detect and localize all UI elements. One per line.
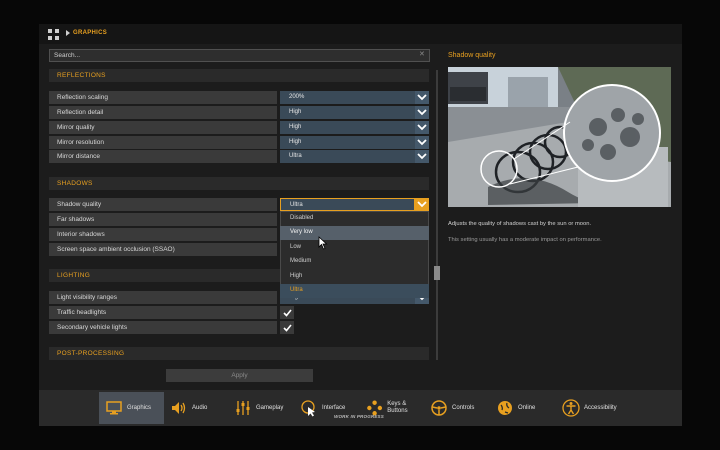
- speaker-icon: [172, 402, 186, 414]
- section-reflections[interactable]: REFLECTIONS: [49, 69, 429, 82]
- section-post-processing[interactable]: POST-PROCESSING: [49, 347, 429, 360]
- work-in-progress-watermark: WORK IN PROGRESS: [334, 414, 384, 419]
- preview-title: Shadow quality: [448, 52, 496, 59]
- scrollbar-thumb[interactable]: [434, 266, 440, 280]
- chevron-down-icon[interactable]: [415, 198, 429, 211]
- mirror-distance-label: Mirror distance: [49, 150, 277, 163]
- checkmark-icon: [283, 324, 292, 332]
- mirror-quality-select[interactable]: High: [280, 121, 415, 134]
- secondary-lights-label: Secondary vehicle lights: [49, 321, 277, 334]
- grid-menu-icon[interactable]: [48, 29, 59, 40]
- checkmark-icon: [283, 309, 292, 317]
- tab-audio[interactable]: Audio: [164, 392, 224, 424]
- preview-image: [448, 67, 671, 207]
- tab-gameplay[interactable]: Gameplay: [228, 392, 294, 424]
- close-icon[interactable]: ✕: [419, 50, 425, 58]
- search-input[interactable]: Search...: [49, 49, 430, 62]
- tab-interface[interactable]: Interface: [294, 392, 356, 424]
- mirror-quality-label: Mirror quality: [49, 121, 277, 134]
- traffic-headlights-label: Traffic headlights: [49, 306, 277, 319]
- section-shadows[interactable]: SHADOWS: [49, 177, 429, 190]
- breadcrumb: GRAPHICS: [73, 30, 108, 36]
- mirror-resolution-select[interactable]: High: [280, 136, 415, 149]
- reflection-scaling-select[interactable]: 200%: [280, 91, 415, 104]
- steering-wheel-icon: [431, 400, 447, 416]
- interior-shadows-label: Interior shadows: [49, 228, 277, 241]
- mirror-distance-select[interactable]: Ultra: [280, 150, 415, 163]
- dropdown-option-low[interactable]: Low: [280, 241, 429, 255]
- shadow-quality-select[interactable]: Ultra: [280, 198, 415, 211]
- globe-icon: [498, 401, 512, 415]
- dropdown-option-ultra[interactable]: Ultra: [280, 284, 429, 298]
- shadow-preview-illustration: [448, 67, 671, 207]
- mouse-cursor-icon: [318, 236, 328, 250]
- preview-note: This setting usually has a moderate impa…: [448, 237, 602, 243]
- dropdown-option-high[interactable]: High: [280, 270, 429, 284]
- chevron-down-icon[interactable]: [415, 91, 429, 104]
- reflection-detail-select[interactable]: High: [280, 106, 415, 119]
- scrollbar-track[interactable]: [436, 70, 438, 360]
- monitor-icon: [106, 401, 122, 415]
- mirror-resolution-label: Mirror resolution: [49, 136, 277, 149]
- chevron-down-icon[interactable]: [415, 150, 429, 163]
- chevron-down-icon[interactable]: [415, 136, 429, 149]
- light-visibility-label: Light visibility ranges: [49, 291, 277, 304]
- accessibility-icon: [562, 399, 580, 417]
- top-bar: [39, 24, 682, 44]
- tab-keys-buttons[interactable]: Keys & Buttons: [360, 392, 420, 424]
- reflection-detail-label: Reflection detail: [49, 106, 277, 119]
- cursor-icon: [301, 400, 315, 417]
- chevron-right-icon: [66, 30, 70, 36]
- tab-online[interactable]: Online: [490, 392, 550, 424]
- sliders-icon: [236, 401, 250, 415]
- far-shadows-label: Far shadows: [49, 213, 277, 226]
- dropdown-option-medium[interactable]: Medium: [280, 255, 429, 269]
- ssao-label: Screen space ambient occlusion (SSAO): [49, 243, 277, 256]
- shadow-quality-label: Shadow quality: [49, 198, 277, 211]
- secondary-lights-checkbox[interactable]: [280, 321, 294, 334]
- traffic-headlights-checkbox[interactable]: [280, 306, 294, 319]
- tab-graphics[interactable]: Graphics: [99, 392, 164, 424]
- tab-controls[interactable]: Controls: [424, 392, 486, 424]
- preview-description: Adjusts the quality of shadows cast by t…: [448, 221, 592, 227]
- reflection-scaling-label: Reflection scaling: [49, 91, 277, 104]
- chevron-down-icon[interactable]: [415, 106, 429, 119]
- apply-button[interactable]: Apply: [166, 369, 313, 382]
- dropdown-option-disabled[interactable]: Disabled: [280, 212, 429, 226]
- chevron-down-icon[interactable]: [415, 121, 429, 134]
- dropdown-option-very-low[interactable]: Very low: [280, 226, 429, 240]
- tab-accessibility[interactable]: Accessibility: [556, 392, 628, 424]
